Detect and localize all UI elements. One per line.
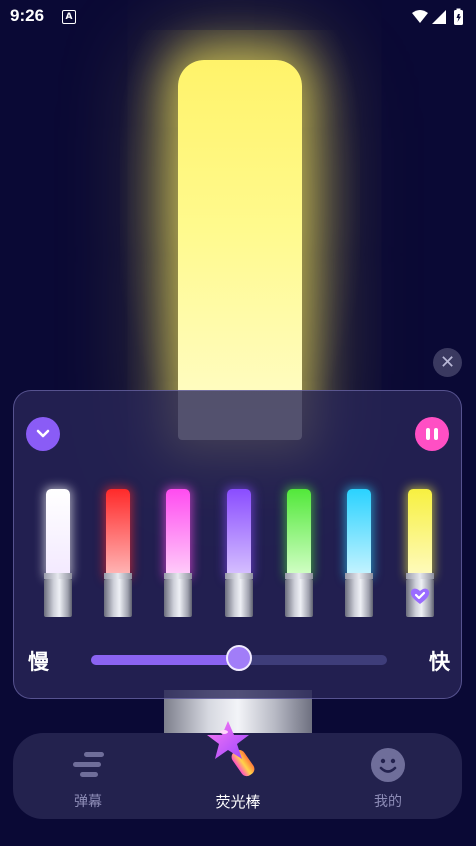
color-swatch-purple[interactable] — [225, 489, 253, 619]
nav-item-danmaku[interactable]: 弹幕 — [28, 733, 148, 819]
nav-label-danmaku: 弹幕 — [74, 794, 102, 810]
swatch-tube — [347, 489, 371, 577]
color-swatch-red[interactable] — [104, 489, 132, 619]
selected-heart-icon — [410, 588, 430, 604]
glow-stick-tube[interactable] — [178, 60, 302, 440]
speed-slider-thumb[interactable] — [226, 645, 252, 671]
swatch-tube — [287, 489, 311, 577]
color-swatch-pink[interactable] — [164, 489, 192, 619]
speed-slow-label: 慢 — [28, 650, 49, 674]
status-bar: 9:26 A — [0, 0, 476, 34]
swatch-handle — [285, 579, 313, 617]
nav-item-mine[interactable]: 我的 — [328, 733, 448, 819]
notification-icon: A — [62, 10, 76, 24]
swatch-tube — [408, 489, 432, 577]
swatch-handle — [345, 579, 373, 617]
color-swatch-green[interactable] — [285, 489, 313, 619]
speed-slider-fill — [91, 655, 239, 665]
chevron-down-icon — [36, 429, 50, 438]
bottom-nav: 弹幕 荧光棒 我的 — [13, 721, 462, 819]
close-button[interactable]: ✕ — [433, 348, 462, 377]
swatch-handle — [225, 579, 253, 617]
speed-slider[interactable] — [91, 645, 387, 671]
pause-icon — [424, 428, 440, 440]
swatch-handle — [164, 579, 192, 617]
color-panel: 慢 快 — [13, 390, 462, 699]
color-swatch-white[interactable] — [44, 489, 72, 619]
glowstick-star-icon — [207, 721, 255, 777]
smile-face-icon — [371, 748, 405, 782]
swatch-handle — [104, 579, 132, 617]
swatch-tube — [106, 489, 130, 577]
nav-label-glowstick: 荧光棒 — [215, 793, 261, 811]
color-swatch-cyan[interactable] — [345, 489, 373, 619]
collapse-button[interactable] — [26, 417, 60, 451]
pause-button[interactable] — [415, 417, 449, 451]
speed-fast-label: 快 — [429, 650, 450, 674]
swatch-tube — [46, 489, 70, 577]
swatch-handle — [406, 579, 434, 617]
swatch-handle — [44, 579, 72, 617]
nav-label-mine: 我的 — [374, 794, 402, 810]
system-status-icons — [412, 8, 463, 25]
signal-icon — [432, 10, 446, 24]
nav-item-glowstick[interactable]: 荧光棒 — [178, 721, 298, 819]
wifi-icon — [412, 10, 428, 23]
status-time: 9:26 — [10, 6, 45, 25]
close-icon: ✕ — [439, 352, 456, 373]
swatch-tube — [227, 489, 251, 577]
danmaku-icon — [73, 752, 104, 777]
swatch-tube — [166, 489, 190, 577]
color-swatch-yellow[interactable] — [406, 489, 434, 619]
